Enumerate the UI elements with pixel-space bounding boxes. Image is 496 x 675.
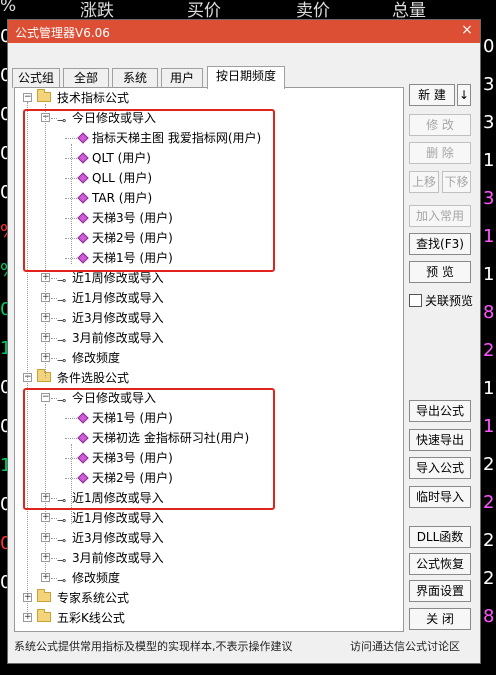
tree-group-row[interactable]: + ⊸ 近1月修改或导入 (15, 508, 403, 528)
move-down-button[interactable]: 下移 (442, 171, 471, 193)
background-right-value: 2 (483, 340, 495, 361)
move-up-button[interactable]: 上移 (409, 171, 439, 193)
forum-link[interactable]: 访问通达信公式讨论区 (350, 638, 460, 654)
tree-folder-row[interactable]: + 五彩K线公式 (15, 608, 403, 628)
tab-user[interactable]: 用户 (161, 68, 203, 88)
background-right-value: 1 (483, 150, 495, 171)
tree-group-row[interactable]: + ⊸ 近3月修改或导入 (15, 528, 403, 548)
header-col-ask: 卖价 (296, 1, 330, 21)
tab-by-date-frequency[interactable]: 按日期频度 (207, 66, 285, 89)
export-formula-button[interactable]: 导出公式 (409, 400, 471, 422)
background-right-value: 2 (483, 568, 495, 589)
tab-formula-group[interactable]: 公式组 (12, 68, 60, 88)
tree-node-label: 近1月修改或导入 (72, 291, 164, 305)
tree-group-row[interactable]: + ⊸ 修改频度 (15, 348, 403, 368)
header-col-change: 涨跌 (80, 1, 114, 21)
tree-node-label: 条件选股公式 (57, 371, 130, 385)
tree-node-label: 修改频度 (72, 351, 121, 365)
tree-node-label: 五彩K线公式 (57, 611, 125, 625)
background-right-value: 0 (483, 36, 495, 57)
background-right-value: 2 (483, 492, 495, 513)
background-right-value: 1 (483, 226, 495, 247)
background-right-value: 1 (483, 264, 495, 285)
header-col-volume: 总量 (392, 1, 426, 21)
find-button[interactable]: 查找(F3) (409, 233, 471, 255)
close-icon[interactable]: × (460, 23, 474, 37)
background-right-value: 3 (483, 74, 495, 95)
background-right-value: 2 (483, 530, 495, 551)
tree-node-label: 3月前修改或导入 (72, 331, 164, 345)
folder-icon (37, 609, 51, 622)
link-preview-checkbox[interactable] (409, 294, 422, 307)
new-button[interactable]: 新 建 (409, 84, 455, 106)
header-col-bid: 买价 (187, 1, 221, 21)
tree-group-row[interactable]: + ⊸ 3月前修改或导入 (15, 328, 403, 348)
background-right-value: 3 (483, 188, 495, 209)
folder-icon (37, 589, 51, 602)
title-bar[interactable]: 公式管理器V6.06 × (8, 20, 480, 43)
ui-settings-button[interactable]: 界面设置 (409, 580, 471, 602)
tree-node-label: 技术指标公式 (57, 91, 130, 105)
formula-manager-window: 公式管理器V6.06 × 公式组 全部 系统 用户 按日期频度 − 技术指标公式 −… (7, 19, 481, 664)
tree-node-label: 近3月修改或导入 (72, 531, 164, 545)
temp-import-button[interactable]: 临时导入 (409, 486, 471, 508)
header-col-percent: % (0, 0, 17, 16)
import-formula-button[interactable]: 导入公式 (409, 457, 471, 479)
folder-icon (37, 89, 51, 102)
status-text: 系统公式提供常用指标及模型的实现样本,不表示操作建议 (14, 640, 293, 653)
preview-button[interactable]: 预 览 (409, 261, 471, 283)
tree-node-label: 3月前修改或导入 (72, 551, 164, 565)
tree-group-row[interactable]: + ⊸ 修改频度 (15, 568, 403, 588)
highlight-box (23, 388, 275, 510)
tree-group-row[interactable]: + ⊸ 3月前修改或导入 (15, 548, 403, 568)
background-right-value: 8 (483, 606, 495, 627)
tree-node-label: 修改频度 (72, 571, 121, 585)
tree-folder-row[interactable]: − 技术指标公式 (15, 88, 403, 108)
add-to-common-button[interactable]: 加入常用 (409, 205, 471, 227)
folder-icon (37, 369, 51, 382)
formula-restore-button[interactable]: 公式恢复 (409, 553, 471, 575)
tab-system[interactable]: 系统 (112, 68, 158, 88)
window-title: 公式管理器V6.06 (15, 26, 110, 40)
new-dropdown-arrow[interactable]: ↓ (457, 84, 471, 106)
dll-function-button[interactable]: DLL函数 (409, 526, 471, 548)
link-preview-label: 关联预览 (425, 294, 474, 308)
tree-node-label: 近3月修改或导入 (72, 311, 164, 325)
quick-export-button[interactable]: 快速导出 (409, 429, 471, 451)
tab-all[interactable]: 全部 (63, 68, 109, 88)
background-right-value: 1 (483, 378, 495, 399)
tree-folder-row[interactable]: − 条件选股公式 (15, 368, 403, 388)
edit-button[interactable]: 修 改 (409, 114, 471, 136)
tree-group-row[interactable]: + ⊸ 近1月修改或导入 (15, 288, 403, 308)
highlight-box (23, 109, 275, 272)
tree-folder-row[interactable]: + 专家系统公式 (15, 588, 403, 608)
close-button[interactable]: 关 闭 (409, 608, 471, 630)
tree-node-label: 近1月修改或导入 (72, 511, 164, 525)
background-right-value: 1 (483, 416, 495, 437)
formula-tree[interactable]: − 技术指标公式 − ⊸ 今日修改或导入 指标天梯主图 我爱指标网(用户) QLT (用户)… (14, 87, 404, 632)
tree-group-row[interactable]: + ⊸ 近3月修改或导入 (15, 308, 403, 328)
tree-node-label: 专家系统公式 (57, 591, 130, 605)
collapse-icon[interactable]: − (23, 93, 32, 102)
background-right-value: 8 (483, 302, 495, 323)
background-right-value: 3 (483, 112, 495, 133)
delete-button[interactable]: 删 除 (409, 142, 471, 164)
background-right-value: 2 (483, 454, 495, 475)
